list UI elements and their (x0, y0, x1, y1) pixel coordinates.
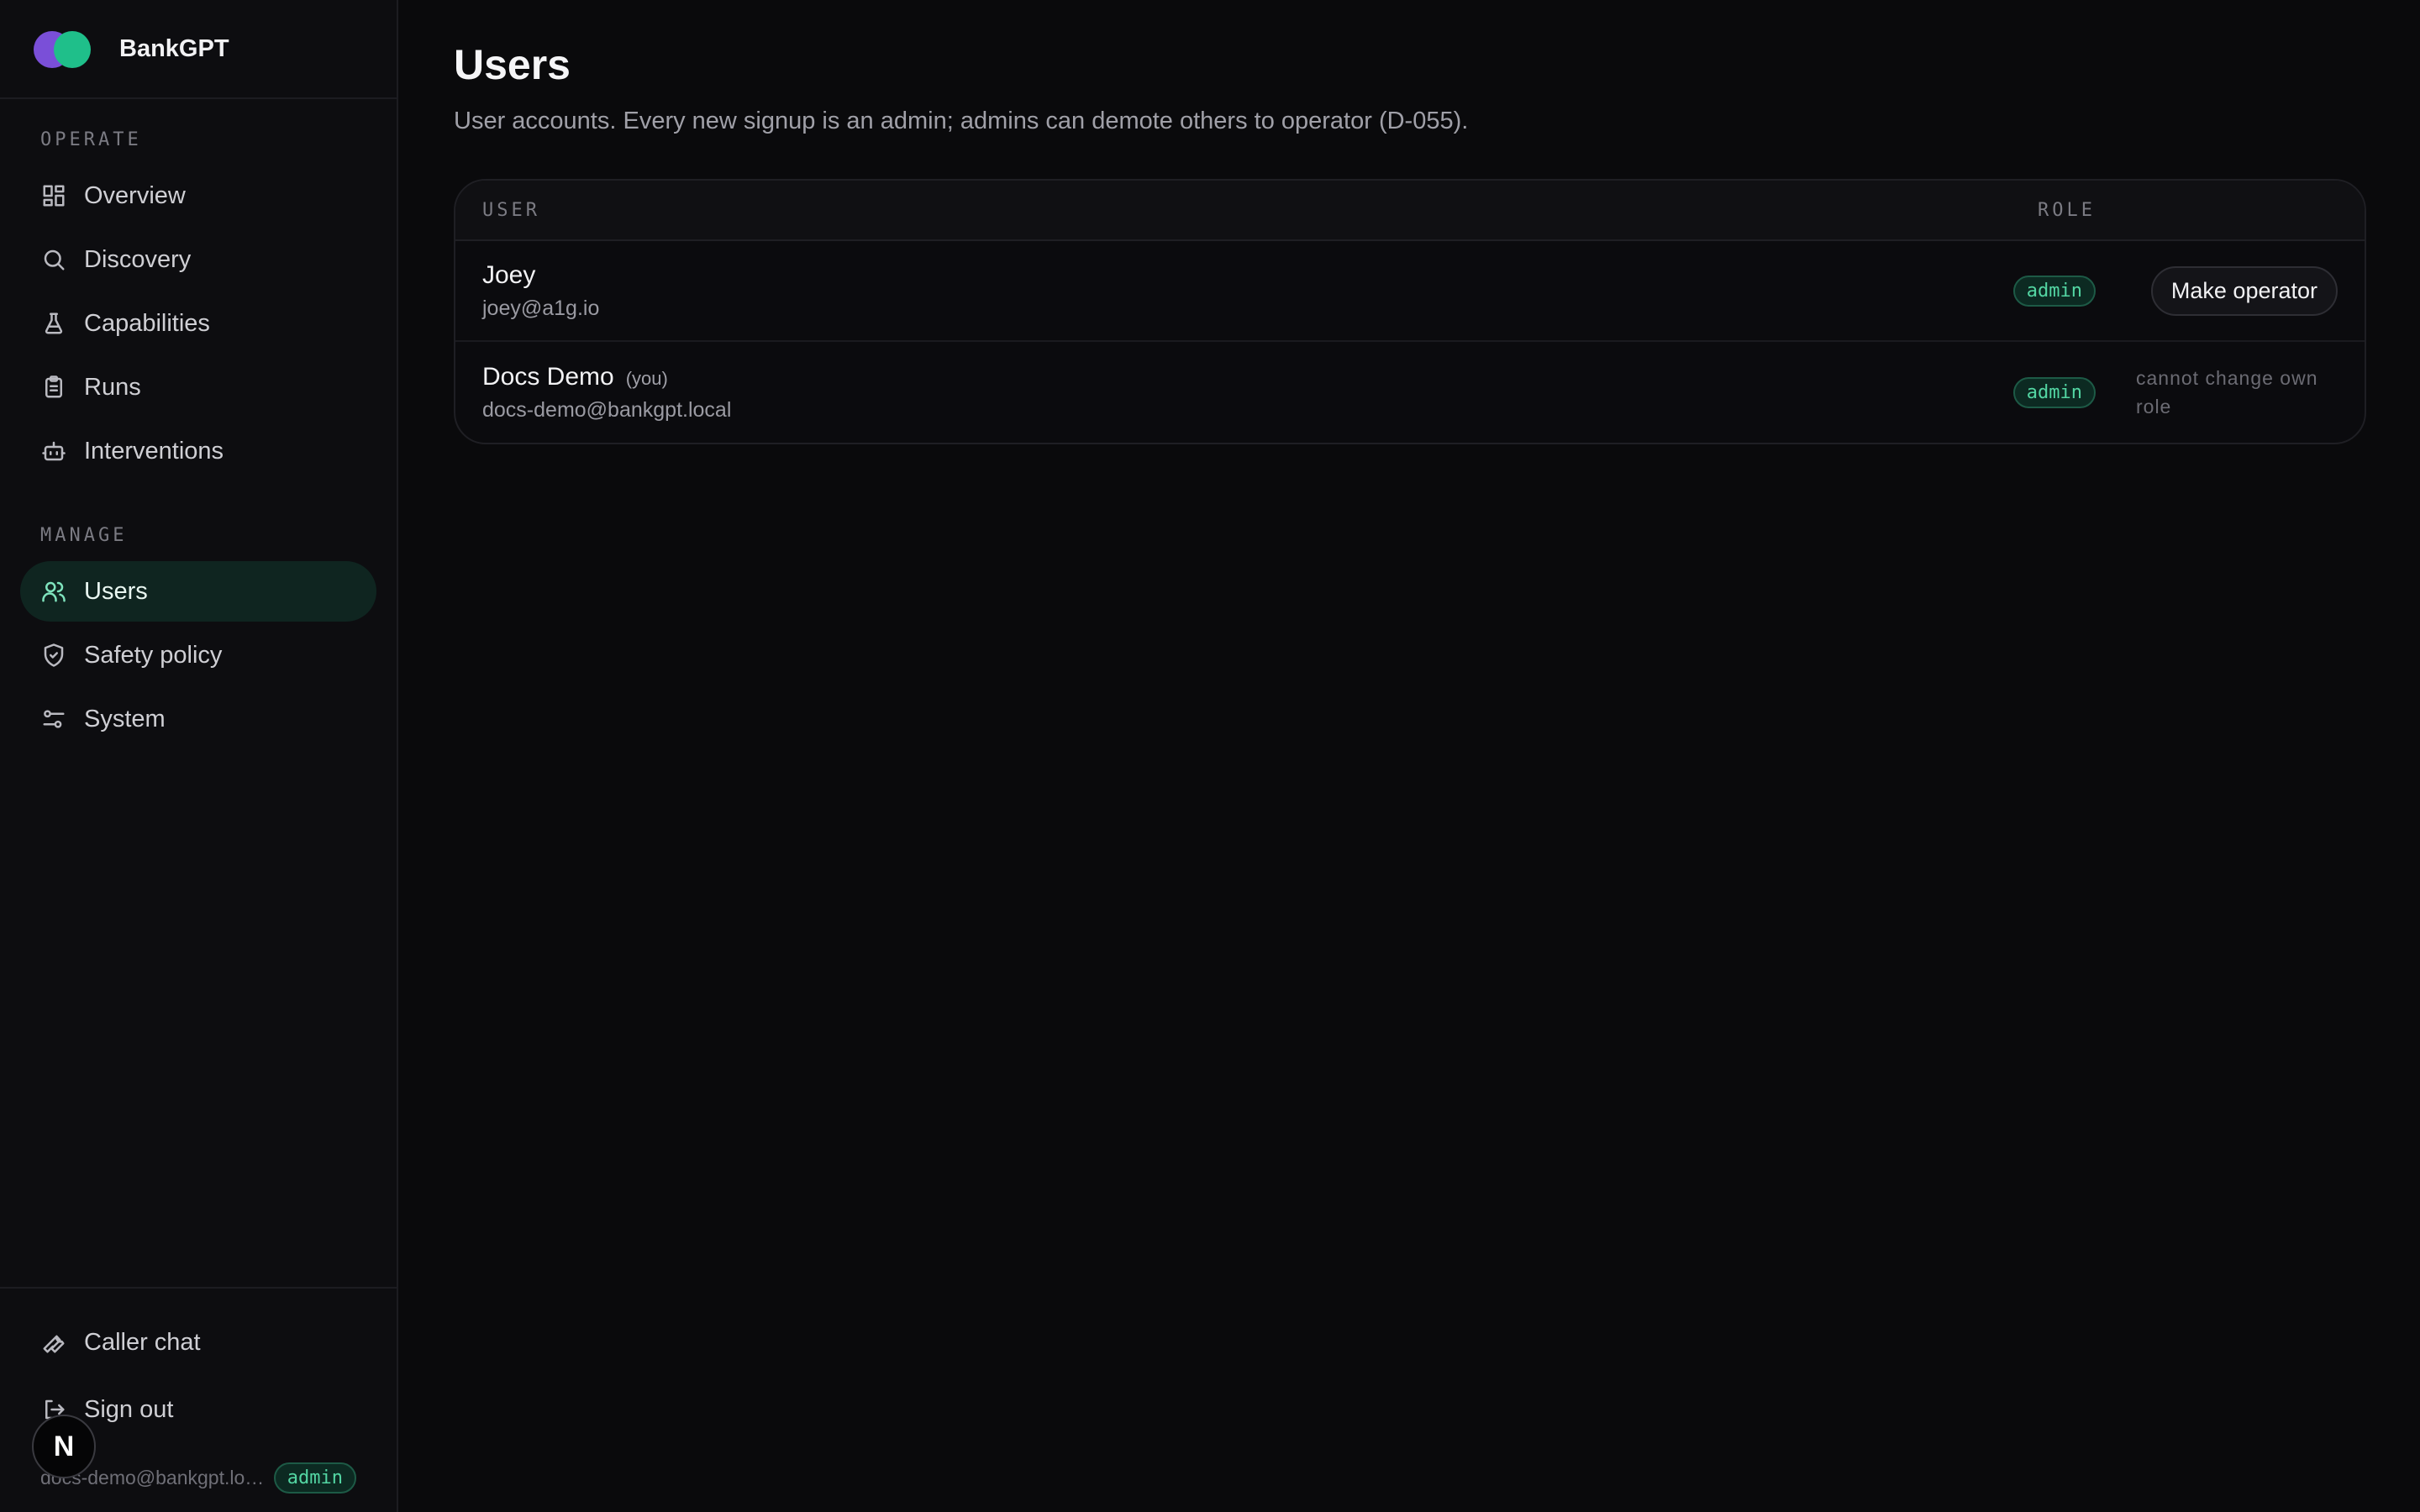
cannot-change-role-note: cannot change own role (2136, 367, 2318, 417)
user-email: docs-demo@bankgpt.local (482, 397, 732, 422)
sidebar-item-safety-policy[interactable]: Safety policy (20, 625, 376, 685)
sidebar: BankGPT OPERATE Overview Discovery Capab… (0, 0, 398, 1512)
user-name: Docs Demo (482, 362, 614, 391)
table-row: Docs Demo (you) docs-demo@bankgpt.local a… (455, 342, 2365, 443)
wrench-icon (40, 1329, 67, 1356)
user-cell: Joey joey@a1g.io (482, 261, 1928, 321)
app-root: BankGPT OPERATE Overview Discovery Capab… (0, 0, 2420, 1512)
role-badge: admin (2012, 376, 2096, 408)
flask-icon (40, 310, 67, 337)
sidebar-item-discovery[interactable]: Discovery (20, 229, 376, 290)
sidebar-footer: Caller chat Sign out docs-demo@bankgpt.l… (0, 1287, 397, 1512)
section-label-operate: OPERATE (40, 129, 142, 150)
make-operator-button[interactable]: Make operator (2150, 265, 2338, 316)
sidebar-item-label: Users (84, 577, 148, 605)
sidebar-item-label: Discovery (84, 245, 192, 273)
section-label-manage: MANAGE (40, 525, 128, 546)
clipboard-icon (40, 374, 67, 401)
user-cell: Docs Demo (you) docs-demo@bankgpt.local (482, 363, 1928, 423)
role-cell: admin (1928, 275, 2096, 307)
sidebar-item-label: System (84, 705, 166, 732)
sidebar-item-label: Overview (84, 181, 186, 209)
users-table: USER ROLE Joey joey@a1g.io admin Make op… (454, 179, 2366, 444)
page-description: User accounts. Every new signup is an ad… (454, 108, 1469, 134)
sliders-icon (40, 706, 67, 732)
sidebar-item-interventions[interactable]: Interventions (20, 421, 376, 481)
sidebar-item-label: Sign out (84, 1395, 174, 1423)
brand[interactable]: BankGPT (0, 0, 397, 99)
action-cell: cannot change own role (2136, 364, 2338, 421)
you-tag: (you) (625, 367, 668, 389)
sidebar-item-label: Safety policy (84, 641, 223, 669)
sidebar-item-label: Interventions (84, 437, 224, 465)
sidebar-item-label: Capabilities (84, 309, 210, 337)
search-icon (40, 246, 67, 273)
action-cell: Make operator (2136, 265, 2338, 316)
user-name: Joey (482, 260, 536, 289)
table-header: USER ROLE (455, 181, 2365, 241)
sidebar-item-capabilities[interactable]: Capabilities (20, 293, 376, 354)
role-badge: admin (2012, 275, 2096, 307)
column-header-role: ROLE (2038, 199, 2096, 221)
user-name-line: Docs Demo (you) (482, 363, 1928, 391)
grid-icon (40, 182, 67, 209)
user-email: joey@a1g.io (482, 296, 600, 320)
avatar[interactable]: N (32, 1415, 96, 1478)
page-title: Users (454, 41, 571, 88)
sidebar-item-overview[interactable]: Overview (20, 165, 376, 226)
main-content: Users User accounts. Every new signup is… (398, 0, 2420, 1512)
sidebar-item-label: Caller chat (84, 1328, 201, 1356)
caller-chat-link[interactable]: Caller chat (20, 1312, 376, 1373)
sidebar-item-runs[interactable]: Runs (20, 357, 376, 417)
logo-icon (34, 29, 92, 68)
users-icon (40, 578, 67, 605)
brand-name: BankGPT (119, 34, 229, 62)
shield-icon (40, 642, 67, 669)
robot-icon (40, 438, 67, 465)
table-row: Joey joey@a1g.io admin Make operator (455, 241, 2365, 342)
sidebar-item-label: Runs (84, 373, 141, 401)
role-badge: admin (273, 1462, 356, 1494)
sidebar-item-users[interactable]: Users (20, 561, 376, 622)
role-cell: admin (1928, 376, 2096, 408)
column-header-user: USER (482, 199, 540, 221)
sidebar-item-system[interactable]: System (20, 689, 376, 749)
